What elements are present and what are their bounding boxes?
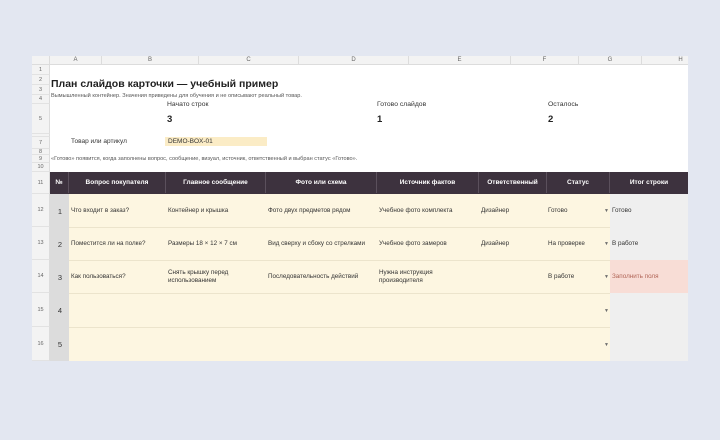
cell-message[interactable]: Размеры 18 × 12 × 7 см [168,240,264,248]
grid-line [69,327,610,328]
column-header-a[interactable]: A [50,56,102,65]
grid-line [69,293,610,294]
row-header-13[interactable]: 13 [32,227,50,260]
cell-status[interactable]: Готово [548,207,603,215]
column-header-c[interactable]: C [199,56,299,65]
row-header-12[interactable]: 12 [32,194,50,227]
stat-done-label: Готово слайдов [377,101,427,108]
cell-source[interactable]: Учебное фото комплекта [379,207,477,215]
row-header-15[interactable]: 15 [32,293,50,327]
row-header-1[interactable]: 1 [32,65,50,75]
th-number: № [50,172,69,193]
cell-question[interactable]: Что входит в заказ? [71,207,163,215]
row-number: 4 [57,306,63,315]
cell-message[interactable]: Снять крышку перед использованием [168,269,258,285]
triangle-down-icon[interactable]: ▼ [604,208,609,214]
product-input[interactable]: DEMO-BOX-01 [165,137,267,146]
th-source: Источник фактов [377,172,479,193]
select-all-corner[interactable] [32,56,50,65]
grid-line [69,260,610,261]
column-header-f[interactable]: F [511,56,579,65]
stat-started-value: 3 [167,114,173,125]
page-subtitle: Вымышленный контейнер. Значения приведен… [51,93,302,99]
row-header-3[interactable]: 3 [32,85,50,95]
stat-done-value: 1 [377,114,383,125]
page-title: План слайдов карточки — учебный пример [51,78,279,90]
stat-left-value: 2 [548,114,554,125]
cell-visual[interactable]: Последовательность действий [268,273,376,281]
product-label: Товар или артикул [71,138,127,145]
triangle-down-icon[interactable]: ▼ [604,241,609,247]
column-header-g[interactable]: G [579,56,642,65]
th-message: Главное сообщение [166,172,266,193]
column-header-h[interactable]: H [642,56,688,65]
cell-status[interactable]: На проверке [548,240,603,248]
th-visual: Фото или схема [266,172,377,193]
row-number: 3 [57,273,63,282]
th-owner: Ответственный [479,172,547,193]
cell-owner[interactable]: Дизайнер [481,207,545,215]
cell-result: В работе [612,240,639,247]
column-header-e[interactable]: E [409,56,511,65]
triangle-down-icon[interactable]: ▼ [604,308,609,314]
cell-status[interactable]: В работе [548,273,603,281]
row-header-7[interactable]: 7 [32,137,50,149]
row-header-2[interactable]: 2 [32,75,50,85]
row-header-10[interactable]: 10 [32,163,50,172]
cell-result: Готово [612,207,632,214]
cell-result: Заполнить поля [612,273,659,280]
row-header-14[interactable]: 14 [32,260,50,293]
row-header-5[interactable]: 5 [32,104,50,134]
row-header-9[interactable]: 9 [32,155,50,163]
grid-line [69,227,610,228]
cell-message[interactable]: Контейнер и крышка [168,207,264,215]
cell-visual[interactable]: Вид сверху и сбоку со стрелками [268,240,376,248]
status-note: «Готово» появится, когда заполнены вопро… [51,156,358,162]
th-result: Итог строки [629,179,669,186]
spreadsheet-grid: A B C D E F G H 1 2 3 4 5 7 8 9 10 11 12… [32,56,688,361]
triangle-down-icon[interactable]: ▼ [604,274,609,280]
column-header-d[interactable]: D [299,56,409,65]
stat-left-label: Осталось [548,101,579,108]
cell-source[interactable]: Нужна инструкция производителя [379,269,464,285]
cell-visual[interactable]: Фото двух предметов рядом [268,207,376,215]
row-header-16[interactable]: 16 [32,327,50,361]
cell-question[interactable]: Как пользоваться? [71,273,163,281]
row-number: 5 [57,340,63,349]
triangle-down-icon[interactable]: ▼ [604,342,609,348]
stat-started-label: Начато строк [167,101,209,108]
th-status: Статус [547,172,610,193]
row-number: 2 [57,240,63,249]
cell-question[interactable]: Поместится ли на полке? [71,240,163,248]
row-header-4[interactable]: 4 [32,95,50,104]
row-number: 1 [57,207,63,216]
cell-owner[interactable]: Дизайнер [481,240,545,248]
column-header-b[interactable]: B [102,56,199,65]
th-question: Вопрос покупателя [69,172,166,193]
row-header-11[interactable]: 11 [32,172,50,194]
cell-source[interactable]: Учебное фото замеров [379,240,477,248]
